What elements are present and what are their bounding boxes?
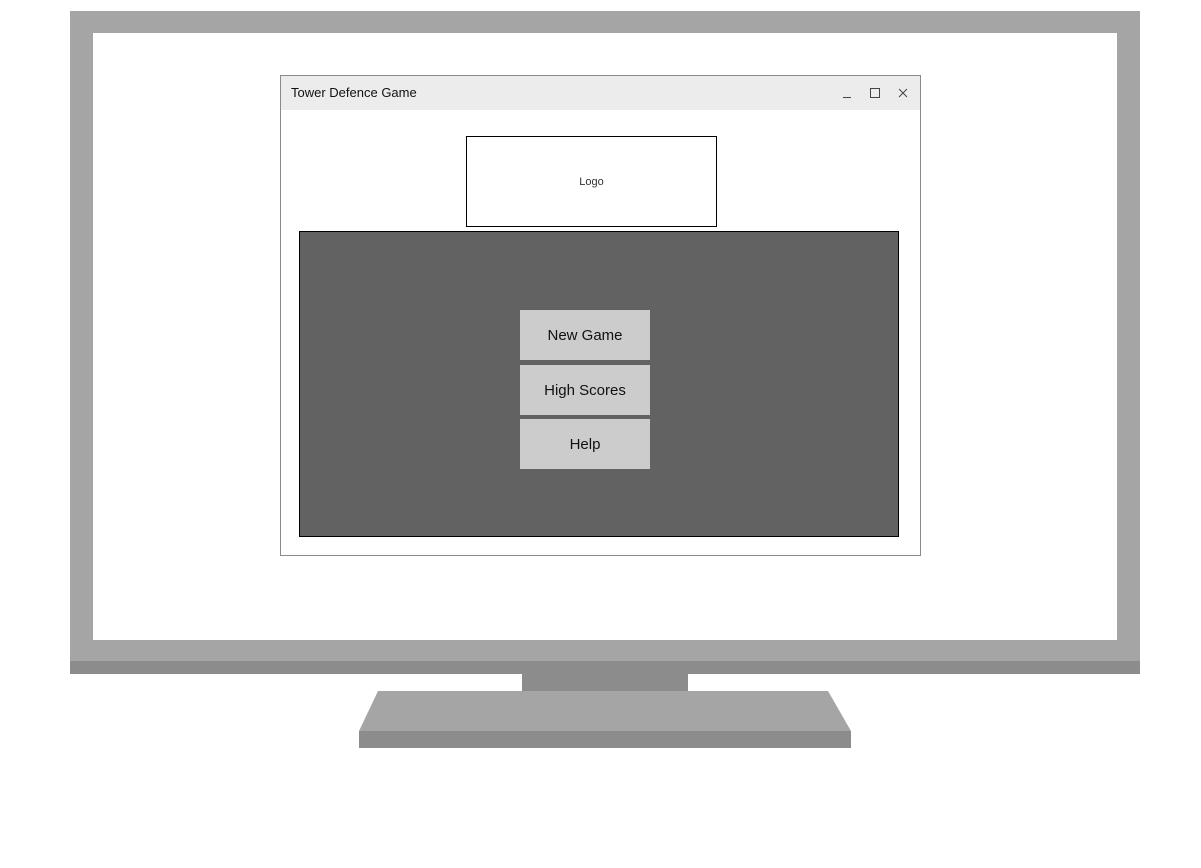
maximize-button[interactable] (866, 84, 884, 102)
close-button[interactable] (894, 84, 912, 102)
maximize-icon (870, 88, 880, 98)
minimize-icon (843, 97, 851, 98)
main-menu-panel: New Game High Scores Help (299, 231, 899, 537)
window-title: Tower Defence Game (291, 85, 417, 100)
new-game-button[interactable]: New Game (520, 310, 650, 360)
logo-label: Logo (579, 175, 604, 188)
monitor-bottom-edge (70, 661, 1140, 674)
monitor-stand (359, 691, 851, 748)
minimize-button[interactable] (838, 84, 856, 102)
high-scores-button[interactable]: High Scores (520, 365, 650, 415)
app-window: Tower Defence Game Logo New Game High Sc… (280, 75, 921, 556)
title-bar[interactable]: Tower Defence Game (281, 76, 920, 110)
monitor-mockup: Tower Defence Game Logo New Game High Sc… (0, 0, 1201, 868)
close-icon (898, 88, 908, 98)
help-button[interactable]: Help (520, 419, 650, 469)
logo-placeholder: Logo (466, 136, 717, 227)
